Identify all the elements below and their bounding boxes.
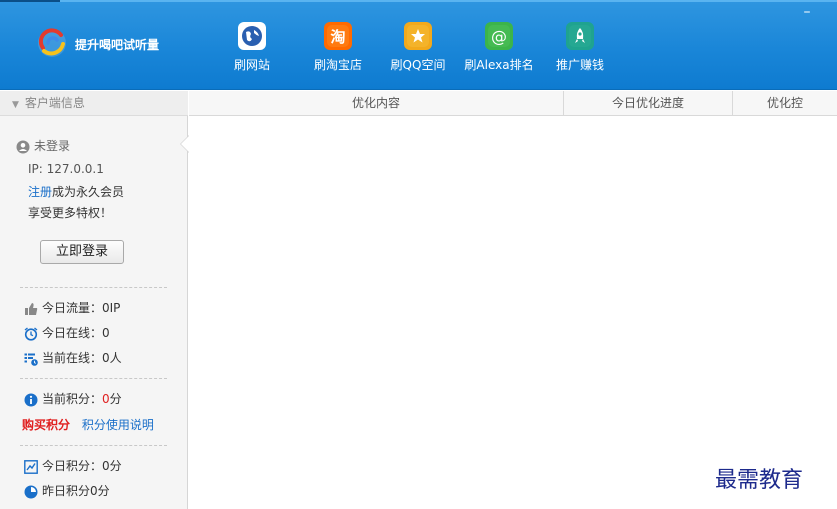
login-button[interactable]: 立即登录: [40, 240, 124, 264]
table-header: 优化内容 今日优化进度 优化控: [189, 91, 837, 116]
stat-row: 今日在线：0: [24, 324, 110, 341]
points-value: 0: [102, 392, 110, 406]
nav-brush-alexa[interactable]: @ 刷Alexa排名: [462, 22, 536, 78]
header-top-line: [0, 0, 837, 2]
pie-clock-icon: [24, 485, 38, 499]
daily-today-points: 今日积分：0分: [42, 459, 122, 473]
column-header-progress[interactable]: 今日优化进度: [564, 91, 733, 116]
at-sign-icon: @: [485, 22, 513, 50]
globe-icon: [238, 22, 266, 50]
sidebar-divider: [20, 378, 167, 379]
title-bar: 提升喝吧试听量 – 刷网站 淘 刷淘宝店 刷QQ空间 @ 刷Alexa排名 推广…: [0, 0, 837, 90]
column-header-content[interactable]: 优化内容: [189, 91, 564, 116]
nav-promote-earn[interactable]: 推广赚钱: [550, 22, 610, 78]
star-icon: [404, 22, 432, 50]
stat-current-online: 当前在线：0人: [42, 351, 122, 365]
stat-today-online: 今日在线：0: [42, 326, 110, 340]
nav-label: 刷网站: [233, 58, 270, 72]
daily-row: 昨日积分0分: [24, 482, 110, 499]
logo-icon: [38, 28, 66, 57]
points-links-row: 购买积分 积分使用说明: [22, 416, 154, 433]
info-icon: [24, 393, 38, 407]
nav-brush-taobao[interactable]: 淘 刷淘宝店: [306, 22, 370, 78]
app-logo: 提升喝吧试听量: [35, 26, 195, 60]
ip-address: IP: 127.0.0.1: [28, 162, 104, 176]
stat-row: 今日流量：0IP: [24, 299, 120, 316]
alarm-clock-icon: [24, 326, 38, 341]
watermark: 最需教育: [715, 468, 804, 493]
column-header-control[interactable]: 优化控: [733, 91, 837, 116]
nav-brush-qq-space[interactable]: 刷QQ空间: [386, 22, 450, 78]
sidebar-header[interactable]: ▼ 客户端信息: [0, 91, 188, 116]
header-top-accent: [0, 0, 60, 2]
nav-label: 推广赚钱: [555, 58, 604, 72]
list-clock-icon: [24, 352, 38, 366]
svg-text:@: @: [491, 27, 507, 46]
sidebar: ▼ 客户端信息 未登录 IP: 127.0.0.1 注册成为永久会员 享受更多特权…: [0, 91, 188, 509]
register-link[interactable]: 注册: [28, 185, 52, 199]
sidebar-pointer: [181, 136, 189, 152]
svg-text:淘: 淘: [329, 28, 345, 46]
points-label: 当前积分：: [42, 392, 103, 406]
task-list-area: [189, 117, 837, 509]
daily-yesterday-points: 昨日积分0分: [42, 484, 110, 498]
chart-icon: [24, 459, 38, 474]
privilege-text: 享受更多特权！: [28, 206, 113, 220]
nav-label: 刷QQ空间: [390, 58, 446, 72]
user-status: 未登录: [34, 139, 71, 153]
rocket-icon: [566, 22, 594, 50]
sidebar-divider: [20, 445, 167, 446]
register-suffix: 成为永久会员: [52, 185, 125, 199]
nav-brush-website[interactable]: 刷网站: [222, 22, 282, 78]
sidebar-title: 客户端信息: [24, 96, 85, 110]
thumbs-up-icon: [24, 302, 38, 316]
points-unit: 分: [109, 392, 122, 406]
user-avatar-icon: [16, 140, 30, 154]
register-row: 注册成为永久会员: [28, 183, 124, 200]
stat-row: 当前在线：0人: [24, 349, 122, 366]
daily-row: 今日积分：0分: [24, 457, 122, 474]
nav-label: 刷淘宝店: [313, 58, 362, 72]
taobao-icon: 淘: [324, 22, 352, 50]
stat-today-traffic: 今日流量：0IP: [42, 301, 121, 315]
app-title: 提升喝吧试听量: [75, 38, 160, 52]
collapse-triangle-icon: ▼: [12, 100, 19, 110]
sidebar-divider: [20, 287, 167, 288]
user-status-row: 未登录: [16, 137, 70, 154]
minimize-button[interactable]: –: [796, 5, 818, 22]
nav-label: 刷Alexa排名: [464, 58, 534, 72]
buy-points-link[interactable]: 购买积分: [22, 418, 70, 432]
points-row: 当前积分：0分: [24, 390, 122, 407]
points-help-link[interactable]: 积分使用说明: [82, 418, 154, 432]
